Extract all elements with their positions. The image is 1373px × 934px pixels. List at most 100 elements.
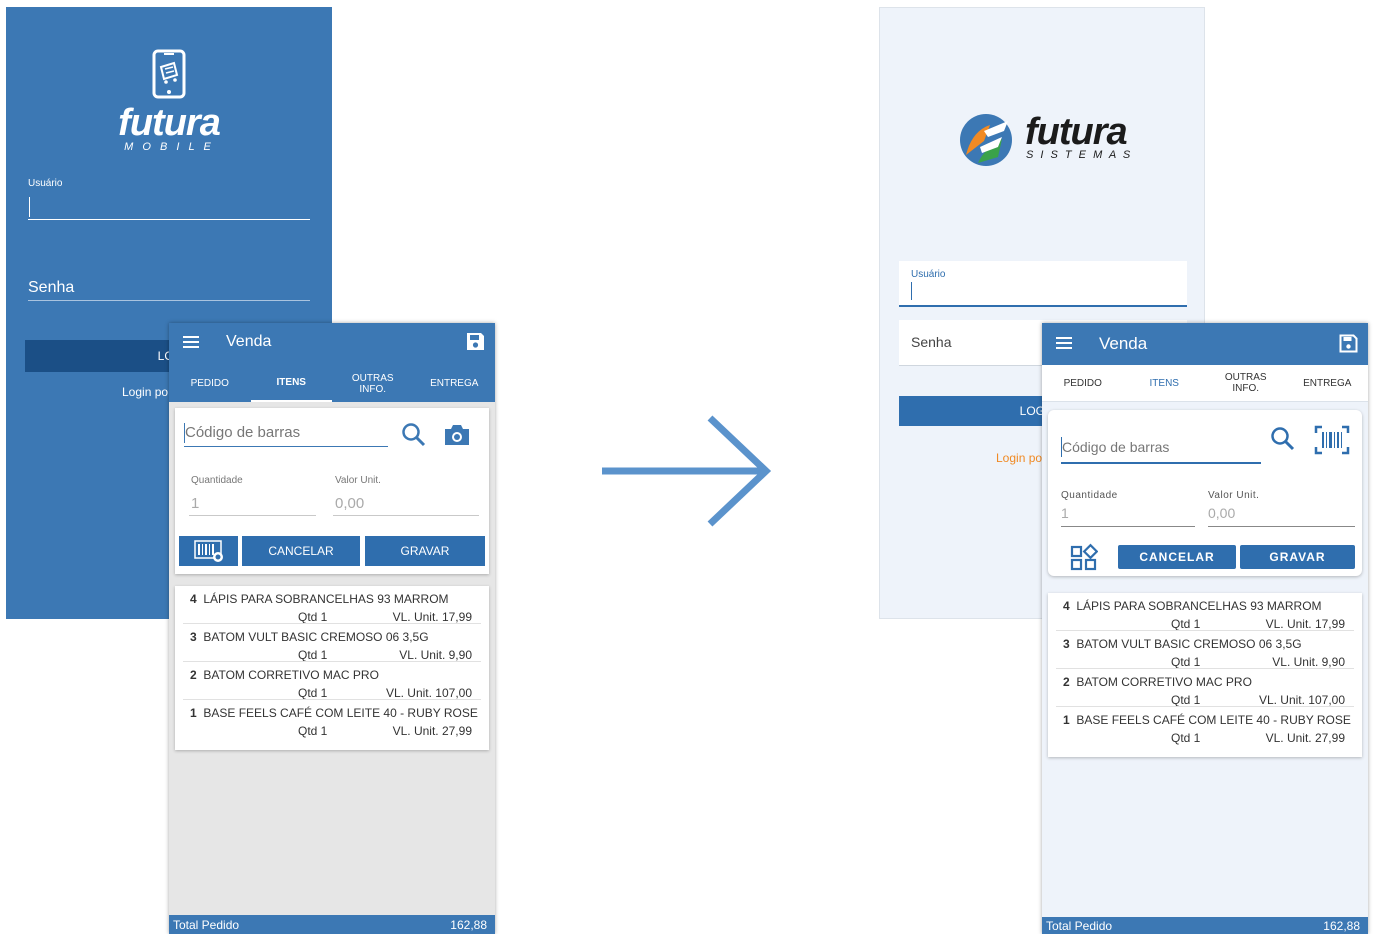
tab-outras-info[interactable]: OUTRAS INFO. [1205, 365, 1287, 401]
list-item[interactable]: 2 BATOM CORRETIVO MAC PRO Qtd 1 VL. Unit… [175, 662, 489, 700]
item-qty: Qtd 1 [1171, 693, 1201, 707]
login-button[interactable]: LOG [25, 340, 185, 372]
categories-icon[interactable] [1070, 543, 1098, 571]
barcode-placeholder: Código de barras [1062, 439, 1170, 455]
futura-logo-text: futura [1025, 111, 1128, 153]
senha-label: Senha [28, 279, 75, 296]
items-list: 4 LÁPIS PARA SOBRANCELHAS 93 MARROM Qtd … [175, 586, 489, 750]
mobile-logo-subtitle: M O B I L E [124, 141, 214, 153]
item-number: 2 [1063, 675, 1070, 689]
item-qty: Qtd 1 [1171, 655, 1201, 669]
item-unit-value: VL. Unit. 27,99 [1265, 731, 1345, 745]
item-number: 4 [1063, 599, 1070, 613]
login-link[interactable]: Login po [996, 451, 1042, 465]
items-list: 4 LÁPIS PARA SOBRANCELHAS 93 MARROM Qtd … [1048, 593, 1362, 757]
item-description: BASE FEELS CAFÉ COM LEITE 40 - RUBY ROSE [203, 706, 478, 720]
search-icon[interactable] [1270, 426, 1296, 452]
valor-unit-underline [333, 515, 479, 516]
usuario-input[interactable]: Usuário [899, 261, 1187, 307]
list-item[interactable]: 3 BATOM VULT BASIC CREMOSO 06 3,5G Qtd 1… [1048, 631, 1362, 669]
list-item[interactable]: 1 BASE FEELS CAFÉ COM LEITE 40 - RUBY RO… [175, 700, 489, 738]
item-description: BATOM CORRETIVO MAC PRO [203, 668, 379, 682]
item-unit-value: VL. Unit. 9,90 [399, 648, 472, 662]
save-icon[interactable] [466, 332, 485, 351]
sistemas-logo-subtitle: S I S T E M A S [1026, 149, 1133, 161]
text-cursor [184, 423, 185, 443]
camera-icon[interactable] [443, 423, 471, 447]
list-item[interactable]: 1 BASE FEELS CAFÉ COM LEITE 40 - RUBY RO… [1048, 707, 1362, 745]
text-cursor [911, 282, 912, 300]
quantidade-underline [189, 515, 316, 516]
valor-unit-underline [1208, 526, 1355, 527]
tab-bar: PEDIDO ITENS OUTRAS INFO. ENTREGA [169, 365, 495, 402]
list-item[interactable]: 4 LÁPIS PARA SOBRANCELHAS 93 MARROM Qtd … [1048, 593, 1362, 631]
item-number: 1 [190, 706, 197, 720]
tab-entrega[interactable]: ENTREGA [1287, 365, 1369, 401]
item-description: BATOM VULT BASIC CREMOSO 06 3,5G [203, 630, 429, 644]
barcode-scan-icon [193, 540, 223, 562]
app-bar: Venda [1042, 323, 1368, 365]
new-venda-screen: Venda PEDIDO ITENS OUTRAS INFO. ENTREGA … [1042, 323, 1368, 934]
item-unit-value: VL. Unit. 17,99 [392, 610, 472, 624]
login-link[interactable]: Login po [122, 385, 168, 399]
valor-unit-input[interactable]: 0,00 [1208, 505, 1235, 521]
quantidade-label: Quantidade [1061, 490, 1118, 501]
barcode-input[interactable]: Código de barras [184, 420, 388, 447]
valor-unit-input[interactable]: 0,00 [335, 495, 364, 512]
total-value: 162,88 [450, 918, 487, 932]
senha-label: Senha [911, 334, 952, 350]
item-unit-value: VL. Unit. 107,00 [1258, 693, 1345, 707]
list-item[interactable]: 2 BATOM CORRETIVO MAC PRO Qtd 1 VL. Unit… [1048, 669, 1362, 707]
cancel-button[interactable]: CANCELAR [242, 536, 360, 566]
list-item[interactable]: 3 BATOM VULT BASIC CREMOSO 06 3,5G Qtd 1… [175, 624, 489, 662]
item-entry-card: Código de barras Quantidade 1 Valor Unit… [1048, 410, 1362, 576]
list-item[interactable]: 4 LÁPIS PARA SOBRANCELHAS 93 MARROM Qtd … [175, 586, 489, 624]
text-cursor [29, 197, 30, 217]
page-title: Venda [226, 333, 272, 350]
valor-unit-label: Valor Unit. [335, 475, 381, 486]
item-unit-value: VL. Unit. 9,90 [1272, 655, 1345, 669]
tab-itens[interactable]: ITENS [1124, 365, 1206, 401]
item-qty: Qtd 1 [1171, 731, 1201, 745]
item-qty: Qtd 1 [298, 686, 328, 700]
item-description: BASE FEELS CAFÉ COM LEITE 40 - RUBY ROSE [1076, 713, 1351, 727]
quantidade-input[interactable]: 1 [191, 495, 199, 512]
item-qty: Qtd 1 [298, 648, 328, 662]
senha-input[interactable]: Senha [28, 279, 310, 301]
item-description: LÁPIS PARA SOBRANCELHAS 93 MARROM [203, 592, 449, 606]
barcode-input[interactable]: Código de barras [1061, 432, 1261, 464]
tab-outras-info[interactable]: OUTRAS INFO. [332, 365, 414, 402]
tab-pedido[interactable]: PEDIDO [169, 365, 251, 402]
barcode-icon[interactable] [1314, 425, 1350, 455]
barcode-placeholder: Código de barras [185, 424, 301, 441]
item-number: 1 [1063, 713, 1070, 727]
save-button[interactable]: GRAVAR [365, 536, 485, 566]
tab-itens[interactable]: ITENS [250, 365, 332, 402]
page-title: Venda [1099, 334, 1148, 353]
save-icon[interactable] [1339, 334, 1358, 353]
usuario-label: Usuário [911, 269, 946, 280]
menu-icon[interactable] [1056, 337, 1072, 349]
cancel-button[interactable]: CANCELAR [1118, 545, 1236, 569]
item-unit-value: VL. Unit. 107,00 [385, 686, 472, 700]
menu-icon[interactable] [183, 336, 199, 348]
search-icon[interactable] [401, 422, 427, 448]
barcode-scan-button[interactable] [179, 536, 238, 566]
item-qty: Qtd 1 [298, 724, 328, 738]
usuario-input[interactable] [28, 195, 310, 220]
total-label: Total Pedido [1046, 919, 1113, 933]
tab-entrega[interactable]: ENTREGA [414, 365, 496, 402]
save-button[interactable]: GRAVAR [1240, 545, 1355, 569]
tab-pedido[interactable]: PEDIDO [1042, 365, 1124, 401]
total-label: Total Pedido [173, 918, 240, 932]
item-unit-value: VL. Unit. 17,99 [1265, 617, 1345, 631]
old-venda-screen: Venda PEDIDO ITENS OUTRAS INFO. ENTREGA … [169, 323, 495, 934]
quantidade-input[interactable]: 1 [1061, 505, 1069, 521]
item-entry-card: Código de barras Quantidade 1 Valor Unit… [175, 408, 489, 574]
phone-cart-icon [152, 49, 186, 99]
item-description: BATOM CORRETIVO MAC PRO [1076, 675, 1252, 689]
item-number: 4 [190, 592, 197, 606]
total-value: 162,88 [1323, 919, 1360, 933]
total-bar: Total Pedido 162,88 [169, 915, 495, 934]
login-button[interactable]: LOG [899, 396, 1049, 426]
